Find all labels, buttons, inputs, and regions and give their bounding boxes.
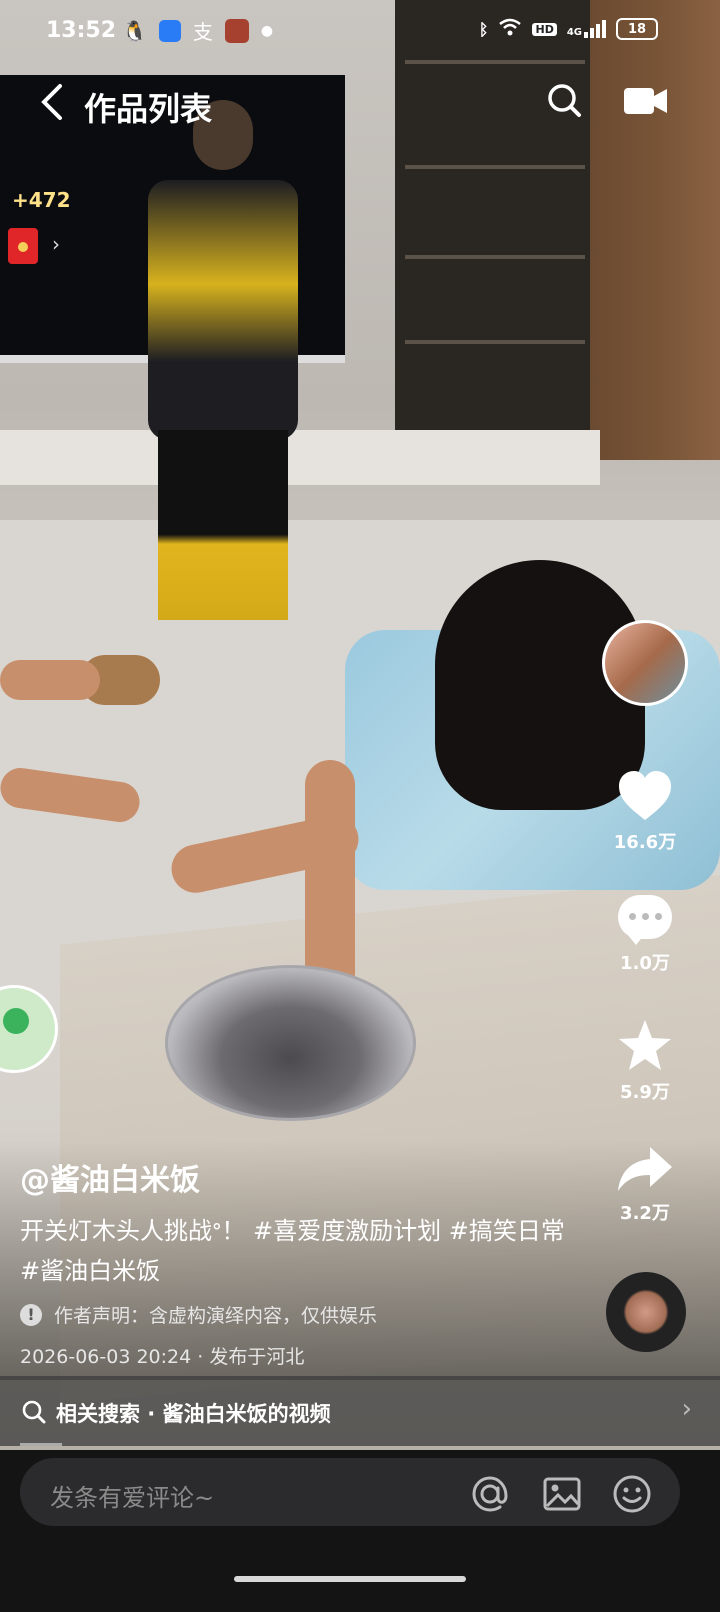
4g-signal-icon: 4G [567, 20, 606, 38]
network-label: 4G [566, 27, 582, 38]
video-progress[interactable] [20, 1443, 62, 1446]
comment-bar: 发条有爱评论~ [0, 1450, 720, 1612]
wood-panel [590, 0, 720, 460]
comment-placeholder: 发条有爱评论~ [50, 1484, 215, 1512]
metal-basin [165, 965, 416, 1121]
comment-button[interactable]: 1.0万 [602, 895, 688, 975]
notification-icons: 🐧 支 ● [122, 16, 273, 45]
system-icons: ᛒ HD 4G 18 [479, 18, 658, 40]
like-button[interactable]: 16.6万 [602, 770, 688, 854]
heart-icon [619, 771, 671, 820]
camera-icon[interactable] [624, 86, 668, 116]
comment-input[interactable]: 发条有爱评论~ [20, 1458, 680, 1526]
chevron-left-icon[interactable] [38, 82, 64, 131]
author-notice: ! 作者声明：含虚构演绎内容，仅供娱乐 [20, 1301, 590, 1328]
tv-cabinet [0, 430, 600, 485]
game-icon [224, 18, 249, 43]
share-arrow-icon [618, 1147, 672, 1191]
red-packet-icon [8, 228, 38, 264]
author-name[interactable]: @酱油白米饭 [20, 1155, 590, 1199]
at-mention-icon[interactable] [470, 1474, 508, 1512]
share-button[interactable]: 3.2万 [602, 1145, 688, 1225]
status-time: 13:52 [46, 18, 117, 43]
search-icon[interactable] [546, 82, 581, 117]
wifi-icon [498, 18, 522, 40]
comment-count: 1.0万 [620, 953, 670, 974]
comment-icon [618, 895, 672, 945]
share-count: 3.2万 [620, 1203, 670, 1224]
standing-person [148, 100, 298, 620]
favorite-count: 5.9万 [620, 1082, 670, 1103]
related-search-label: 相关搜索 · 酱油白米饭的视频 [56, 1402, 331, 1426]
video-caption: @酱油白米饭 开关灯木头人挑战ᐤ！ #喜爱度激励计划 #搞笑日常 #酱油白米饭 … [20, 1155, 590, 1369]
home-indicator[interactable] [234, 1576, 466, 1582]
image-icon[interactable] [542, 1474, 581, 1512]
bluetooth-icon: ᛒ [478, 19, 489, 39]
hd-icon: HD [532, 22, 557, 36]
emoji-icon[interactable] [612, 1474, 651, 1513]
music-disc[interactable] [606, 1272, 686, 1352]
arm-left [0, 660, 100, 700]
qq-icon: 🐧 [122, 18, 147, 43]
battery-level: 18 [627, 21, 647, 37]
dot-icon: ● [260, 22, 274, 39]
video-description[interactable]: 开关灯木头人挑战ᐤ！ #喜爱度激励计划 #搞笑日常 #酱油白米饭 [20, 1211, 590, 1291]
related-search-bar[interactable]: 相关搜索 · 酱油白米饭的视频 › [0, 1376, 720, 1446]
browser-icon [158, 19, 181, 42]
alipay-icon: 支 [192, 20, 213, 44]
chevron-right-icon: › [681, 1394, 692, 1424]
bookshelf [395, 0, 595, 440]
coin-chevron: › [52, 232, 60, 256]
page-title: 作品列表 [84, 90, 213, 128]
top-bar: 作品列表 [0, 70, 720, 140]
favorite-button[interactable]: 5.9万 [602, 1018, 688, 1104]
battery-indicator: 18 [616, 18, 658, 40]
coin-widget[interactable]: +472 › [8, 188, 71, 264]
status-bar: 13:52 🐧 支 ● ᛒ HD 4G 18 [0, 0, 720, 62]
alert-icon: ! [20, 1303, 42, 1326]
coin-points: +472 [12, 188, 71, 212]
search-icon [22, 1400, 46, 1424]
star-icon [619, 1020, 671, 1070]
publish-date-location: 2026-06-03 20:24 · 发布于河北 [20, 1346, 305, 1368]
like-count: 16.6万 [613, 832, 677, 853]
notice-text: 作者声明：含虚构演绎内容，仅供娱乐 [54, 1305, 378, 1327]
author-avatar[interactable] [602, 620, 688, 706]
